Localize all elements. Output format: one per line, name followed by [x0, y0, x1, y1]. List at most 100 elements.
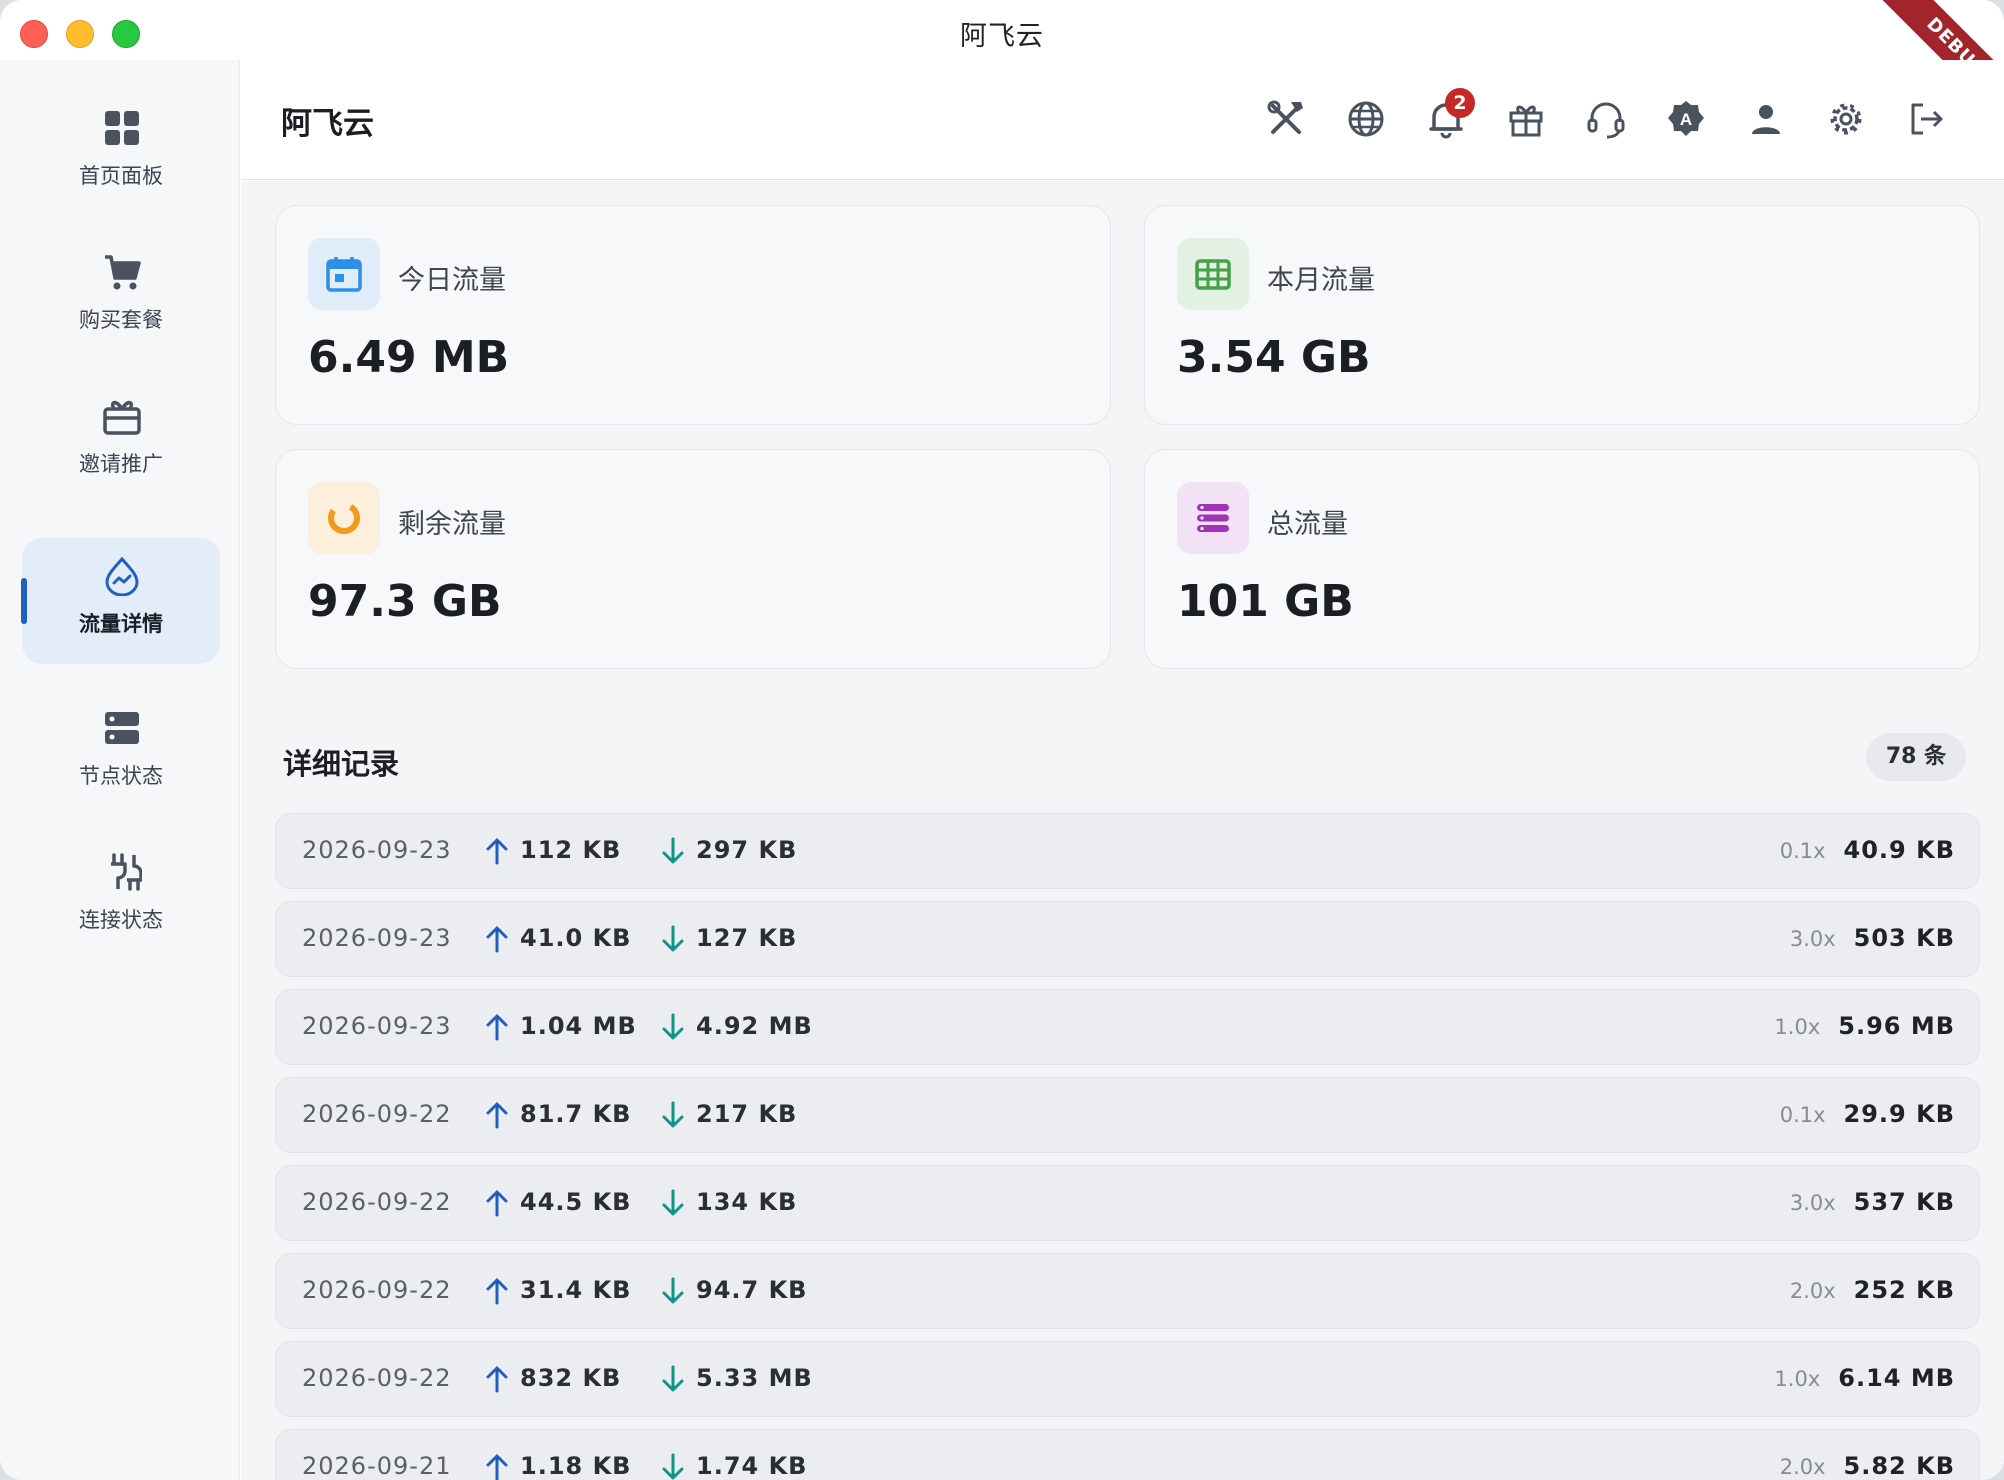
- translate-button[interactable]: A: [1663, 96, 1709, 142]
- table-row[interactable]: 2026-09-22 832 KB 5.33 MB 1.0x 6.14 MB: [275, 1341, 1980, 1417]
- table-row[interactable]: 2026-09-21 1.18 KB 1.74 KB 2.0x 5.82 KB: [275, 1429, 1980, 1480]
- record-total: 5.96 MB: [1838, 1012, 1955, 1040]
- card-icon-bg: [1177, 238, 1249, 310]
- table-row[interactable]: 2026-09-22 31.4 KB 94.7 KB 2.0x 252 KB: [275, 1253, 1980, 1329]
- sidebar-item-label: 连接状态: [79, 908, 163, 932]
- card-value: 3.54 GB: [1177, 332, 1371, 383]
- support-button[interactable]: [1583, 96, 1629, 142]
- gift-button[interactable]: [1503, 96, 1549, 142]
- download-arrow-icon: [660, 1100, 686, 1130]
- record-total: 503 KB: [1853, 924, 1955, 952]
- table-row[interactable]: 2026-09-22 81.7 KB 217 KB 0.1x 29.9 KB: [275, 1077, 1980, 1153]
- record-total: 537 KB: [1853, 1188, 1955, 1216]
- shopping-cart-icon: [102, 252, 142, 292]
- sidebar-item-label: 节点状态: [79, 764, 163, 788]
- record-rate: 2.0x: [1779, 1455, 1826, 1479]
- logout-button[interactable]: [1903, 96, 1949, 142]
- translate-badge-icon: A: [1668, 101, 1704, 136]
- sidebar-item-label: 邀请推广: [79, 452, 163, 476]
- record-date: 2026-09-23: [302, 1012, 452, 1040]
- dashboard-grid-icon: [102, 108, 142, 148]
- record-rate: 1.0x: [1774, 1367, 1821, 1391]
- table-row[interactable]: 2026-09-22 44.5 KB 134 KB 3.0x 537 KB: [275, 1165, 1980, 1241]
- storage-stack-icon: [1197, 504, 1229, 532]
- record-download: 94.7 KB: [696, 1276, 808, 1304]
- globe-icon: [1348, 101, 1384, 137]
- upload-arrow-icon: [484, 1452, 510, 1480]
- grid-calendar-icon: [1195, 259, 1231, 290]
- window-title: 阿飞云: [960, 21, 1044, 52]
- settings-button[interactable]: [1823, 96, 1869, 142]
- card-icon-bg: [308, 238, 380, 310]
- language-button[interactable]: [1343, 96, 1389, 142]
- record-summary: 3.0x 537 KB: [1790, 1188, 1955, 1216]
- profile-button[interactable]: [1743, 96, 1789, 142]
- record-date: 2026-09-22: [302, 1364, 452, 1392]
- gear-icon: [1830, 103, 1862, 135]
- card-value: 6.49 MB: [308, 332, 510, 383]
- sidebar-item-nodes[interactable]: 节点状态: [22, 690, 220, 816]
- sidebar-item-dashboard[interactable]: 首页面板: [22, 90, 220, 216]
- download-arrow-icon: [660, 1188, 686, 1218]
- record-rate: 0.1x: [1779, 839, 1826, 863]
- download-arrow-icon: [660, 924, 686, 954]
- record-rate: 2.0x: [1789, 1279, 1836, 1303]
- main-content: 今日流量 6.49 MB 本月流量 3.54 GB 剩余流量 97.3 GB 总…: [241, 181, 2004, 1480]
- user-icon: [1752, 105, 1780, 134]
- record-upload: 1.04 MB: [520, 1012, 637, 1040]
- record-date: 2026-09-23: [302, 924, 452, 952]
- server-icon: [102, 708, 142, 748]
- record-summary: 1.0x 5.96 MB: [1774, 1012, 1955, 1040]
- download-arrow-icon: [660, 1364, 686, 1394]
- sidebar-item-traffic[interactable]: 流量详情: [21, 538, 220, 664]
- record-total: 252 KB: [1853, 1276, 1955, 1304]
- upload-arrow-icon: [484, 1100, 510, 1130]
- sidebar-item-label: 购买套餐: [79, 308, 163, 332]
- download-arrow-icon: [660, 1276, 686, 1306]
- record-total: 6.14 MB: [1838, 1364, 1955, 1392]
- table-row[interactable]: 2026-09-23 112 KB 297 KB 0.1x 40.9 KB: [275, 813, 1980, 889]
- card-icon-bg: [308, 482, 380, 554]
- table-row[interactable]: 2026-09-23 1.04 MB 4.92 MB 1.0x 5.96 MB: [275, 989, 1980, 1065]
- record-upload: 832 KB: [520, 1364, 622, 1392]
- sidebar-item-label: 流量详情: [79, 612, 163, 636]
- card-value: 97.3 GB: [308, 576, 502, 627]
- record-rate: 3.0x: [1789, 1191, 1836, 1215]
- table-row[interactable]: 2026-09-23 41.0 KB 127 KB 3.0x 503 KB: [275, 901, 1980, 977]
- page-title: 阿飞云: [281, 106, 374, 142]
- record-summary: 0.1x 40.9 KB: [1780, 836, 1955, 864]
- record-download: 5.33 MB: [696, 1364, 813, 1392]
- sidebar: 首页面板 购买套餐 邀请推广 流量详情 节点状态 连接状态: [0, 60, 240, 1480]
- connection-plug-icon: [102, 852, 143, 892]
- notification-badge: 2: [1445, 88, 1475, 118]
- svg-text:A: A: [1680, 110, 1692, 129]
- record-download: 297 KB: [696, 836, 798, 864]
- card-icon-bg: [1177, 482, 1249, 554]
- record-date: 2026-09-22: [302, 1100, 452, 1128]
- card-label: 今日流量: [398, 265, 506, 296]
- record-rate: 1.0x: [1774, 1015, 1821, 1039]
- record-upload: 81.7 KB: [520, 1100, 632, 1128]
- tools-button[interactable]: [1263, 96, 1309, 142]
- record-rate: 3.0x: [1789, 927, 1836, 951]
- sidebar-item-connections[interactable]: 连接状态: [22, 834, 220, 960]
- record-upload: 112 KB: [520, 836, 622, 864]
- upload-arrow-icon: [484, 836, 510, 866]
- record-upload: 41.0 KB: [520, 924, 632, 952]
- sidebar-item-purchase[interactable]: 购买套餐: [22, 234, 220, 360]
- record-summary: 2.0x 252 KB: [1790, 1276, 1955, 1304]
- notifications-button[interactable]: 2: [1423, 88, 1475, 142]
- upload-arrow-icon: [484, 1364, 510, 1394]
- logout-icon: [1911, 103, 1943, 135]
- sidebar-item-invite[interactable]: 邀请推广: [22, 378, 220, 504]
- tools-icon: [1267, 100, 1303, 134]
- upload-arrow-icon: [484, 1012, 510, 1042]
- record-rate: 0.1x: [1779, 1103, 1826, 1127]
- record-summary: 3.0x 503 KB: [1790, 924, 1955, 952]
- records-count-badge: 78 条: [1866, 733, 1966, 781]
- total-traffic-card: 总流量 101 GB: [1144, 449, 1980, 669]
- record-download: 1.74 KB: [696, 1452, 808, 1480]
- record-download: 217 KB: [696, 1100, 798, 1128]
- record-summary: 1.0x 6.14 MB: [1774, 1364, 1955, 1392]
- card-value: 101 GB: [1177, 576, 1354, 627]
